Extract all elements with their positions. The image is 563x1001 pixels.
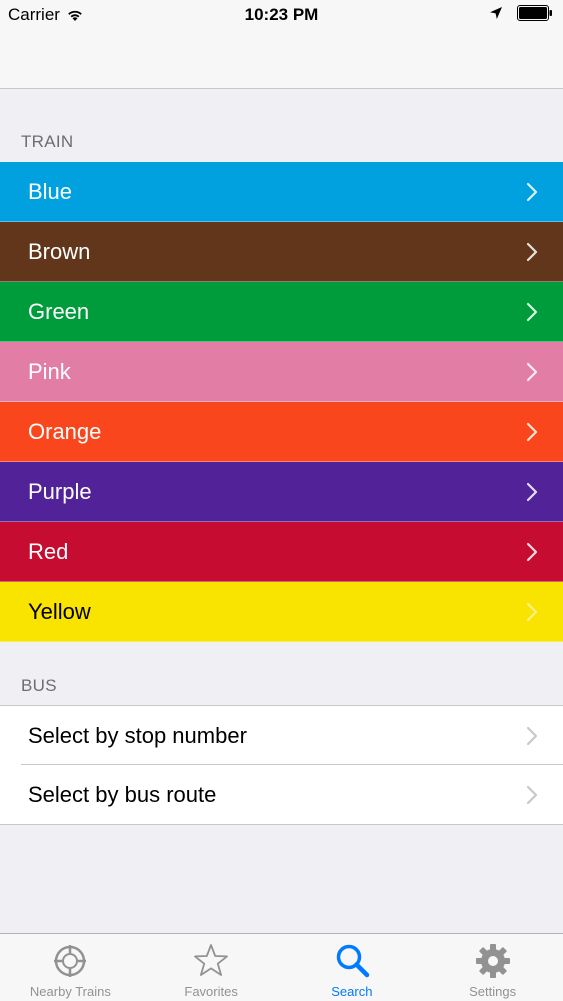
status-right — [489, 5, 553, 21]
select-by-stop-number-row[interactable]: Select by stop number — [0, 706, 563, 765]
chevron-right-icon — [526, 726, 538, 745]
train-line-label: Brown — [28, 238, 91, 264]
tab-label: Search — [331, 984, 373, 999]
train-line-row-yellow[interactable]: Yellow — [0, 582, 563, 642]
train-line-row-green[interactable]: Green — [0, 282, 563, 342]
train-line-label: Green — [28, 298, 90, 324]
chevron-right-icon — [526, 242, 538, 261]
train-line-row-red[interactable]: Red — [0, 522, 563, 582]
bus-option-label: Select by stop number — [28, 722, 247, 748]
bus-option-label: Select by bus route — [28, 781, 217, 807]
train-section-header: TRAIN — [21, 132, 74, 151]
tab-settings[interactable]: Settings — [422, 934, 563, 1001]
bus-options-list: Select by stop number Select by bus route — [0, 705, 563, 825]
gear-icon — [475, 944, 510, 978]
chevron-right-icon — [526, 482, 538, 501]
train-line-label: Blue — [28, 178, 73, 204]
tab-favorites[interactable]: Favorites — [141, 934, 282, 1001]
battery-icon — [517, 5, 552, 21]
chevron-right-icon — [526, 182, 538, 201]
train-line-list: Blue Brown Green Pink Orange Purple Red Yellow — [0, 162, 563, 642]
tab-label: Nearby Trains — [29, 984, 111, 999]
tab-search[interactable]: Search — [282, 934, 423, 1001]
train-line-row-pink[interactable]: Pink — [0, 342, 563, 402]
tab-bar: Nearby Trains Favorites Search Settings — [0, 933, 563, 1001]
chevron-right-icon — [526, 422, 538, 441]
tab-label: Settings — [469, 984, 517, 999]
status-bar: Carrier 10:23 PM — [0, 0, 563, 30]
train-line-row-blue[interactable]: Blue — [0, 162, 563, 222]
bus-section-header: BUS — [21, 676, 57, 695]
train-line-label: Red — [28, 538, 69, 564]
search-icon — [336, 944, 370, 978]
chevron-right-icon — [526, 542, 538, 561]
train-line-label: Pink — [28, 358, 71, 384]
train-line-label: Purple — [28, 478, 92, 504]
star-icon — [194, 944, 229, 976]
train-line-row-purple[interactable]: Purple — [0, 462, 563, 522]
location-arrow-icon — [490, 7, 502, 19]
crosshair-icon — [54, 945, 87, 977]
chevron-right-icon — [526, 602, 538, 621]
tab-nearby-trains[interactable]: Nearby Trains — [0, 934, 141, 1001]
train-line-label: Orange — [28, 418, 102, 444]
tab-label: Favorites — [184, 984, 238, 999]
train-line-label: Yellow — [28, 598, 91, 624]
train-line-row-orange[interactable]: Orange — [0, 402, 563, 462]
chevron-right-icon — [526, 785, 538, 804]
chevron-right-icon — [526, 302, 538, 321]
select-by-bus-route-row[interactable]: Select by bus route — [0, 765, 563, 824]
train-line-row-brown[interactable]: Brown — [0, 222, 563, 282]
chevron-right-icon — [526, 362, 538, 381]
status-time: 10:23 PM — [244, 5, 319, 24]
